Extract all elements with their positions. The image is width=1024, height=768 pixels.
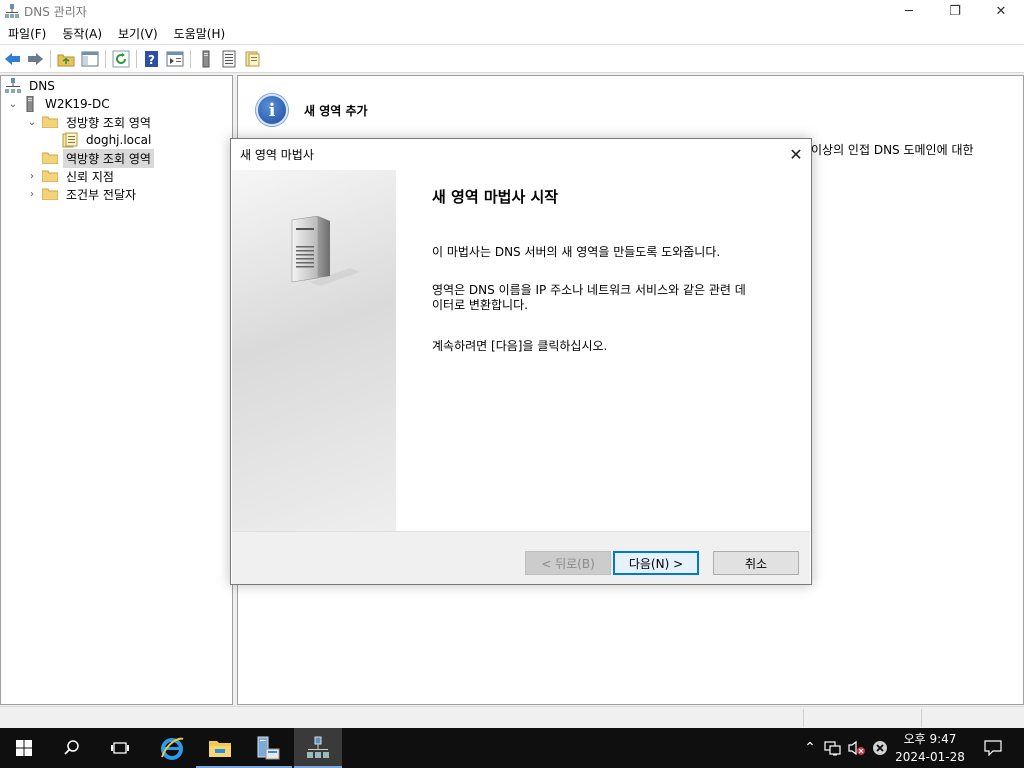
network-icon[interactable] xyxy=(822,728,844,768)
forward-arrow-icon[interactable] xyxy=(26,50,44,68)
tree-label-reverse-zones: 역방향 조회 영역 xyxy=(63,148,154,168)
pane-heading: 새 영역 추가 xyxy=(304,104,368,118)
action-center-icon[interactable] xyxy=(980,728,1006,768)
server-tower-icon xyxy=(290,215,360,288)
wizard-description-line-1: 영역은 DNS 이름을 IP 주소나 네트워크 서비스와 같은 관련 데 xyxy=(432,283,746,297)
task-view-icon[interactable] xyxy=(96,728,144,768)
dialog-close-button[interactable]: ✕ xyxy=(783,143,809,165)
refresh-icon[interactable] xyxy=(112,50,130,68)
tree-node-reverse-zones[interactable]: 역방향 조회 영역 xyxy=(41,148,154,168)
help-icon[interactable]: ? xyxy=(143,50,161,68)
up-folder-icon[interactable] xyxy=(57,50,75,68)
wizard-intro-text: 이 마법사는 DNS 서버의 새 영역을 만들도록 도와줍니다. xyxy=(432,245,721,259)
dns-manager-taskbar-icon[interactable] xyxy=(294,728,342,768)
tree-label-zone: doghj.local xyxy=(86,133,152,147)
chevron-down-icon[interactable]: ⌄ xyxy=(7,98,19,110)
tree-node-dns[interactable]: DNS xyxy=(5,77,58,95)
tree-label-trust-points: 신뢰 지점 xyxy=(66,169,114,184)
svg-text:?: ? xyxy=(148,53,155,67)
show-hide-console-tree-icon[interactable] xyxy=(81,50,99,68)
chevron-down-icon[interactable]: ⌄ xyxy=(26,116,38,128)
wizard-description-line-2: 이터로 변환합니다. xyxy=(432,298,528,312)
volume-muted-icon[interactable] xyxy=(846,728,868,768)
back-arrow-icon[interactable] xyxy=(4,50,22,68)
menu-help[interactable]: 도움말(H) xyxy=(166,22,234,44)
chevron-up-icon[interactable]: ⌃ xyxy=(800,728,820,768)
dialog-title: 새 영역 마법사 xyxy=(240,148,314,162)
menu-view[interactable]: 보기(V) xyxy=(110,22,166,44)
windows-logo-icon xyxy=(16,740,32,756)
chevron-right-icon[interactable]: › xyxy=(26,188,38,200)
file-explorer-icon[interactable] xyxy=(196,728,244,768)
tree-node-zone[interactable]: doghj.local xyxy=(62,131,154,149)
wizard-continue-text: 계속하려면 [다음]을 클릭하십시오. xyxy=(432,339,608,353)
new-zone-wizard-dialog: 새 영역 마법사 ✕ 새 영역 마법사 시작 이 마법사는 DNS 서버의 새 … xyxy=(230,138,812,585)
wizard-button-bar: < 뒤로(B) 다음(N) > 취소 xyxy=(232,531,810,584)
zone-file-icon xyxy=(62,132,78,148)
folder-icon xyxy=(41,116,59,129)
dns-app-icon xyxy=(5,4,19,18)
system-clock[interactable]: 오후 9:47 2024-01-28 xyxy=(890,730,970,766)
wizard-side-panel xyxy=(232,170,396,531)
menu-bar: 파일(F) 동작(A) 보기(V) 도움말(H) xyxy=(0,22,1024,44)
menu-action[interactable]: 동작(A) xyxy=(54,22,110,44)
cancel-button[interactable]: 취소 xyxy=(713,551,799,575)
notification-error-icon[interactable] xyxy=(870,728,890,768)
wizard-content: 새 영역 마법사 시작 이 마법사는 DNS 서버의 새 영역을 만들도록 도와… xyxy=(396,170,811,531)
clock-date: 2024-01-28 xyxy=(895,750,965,764)
back-button[interactable]: < 뒤로(B) xyxy=(525,551,611,575)
tree-label-dns: DNS xyxy=(29,79,55,93)
status-segment xyxy=(921,709,1021,727)
wizard-heading: 새 영역 마법사 시작 xyxy=(432,188,559,206)
tree-node-server[interactable]: W2K19-DC xyxy=(23,95,113,113)
dns-root-icon xyxy=(5,78,21,94)
start-button[interactable] xyxy=(0,728,48,768)
toolbar: ? xyxy=(0,44,1024,73)
folder-icon xyxy=(41,152,59,165)
folder-icon xyxy=(41,170,59,183)
minimize-button[interactable]: ─ xyxy=(886,0,932,22)
clock-time: 오후 9:47 xyxy=(903,732,957,746)
status-segment xyxy=(803,709,921,727)
info-icon: i xyxy=(256,94,288,126)
server-manager-icon[interactable] xyxy=(244,728,292,768)
tree-node-conditional-forwarders[interactable]: 조건부 전달자 xyxy=(41,185,139,203)
tree-node-trust-points[interactable]: 신뢰 지점 xyxy=(41,167,117,185)
list-view-icon[interactable] xyxy=(220,50,238,68)
tree-label-conditional-forwarders: 조건부 전달자 xyxy=(66,187,137,202)
taskbar: ⌃ 오후 9:47 2024-01-28 xyxy=(0,728,1024,768)
close-button[interactable]: ✕ xyxy=(978,0,1024,22)
search-icon[interactable] xyxy=(48,728,96,768)
pane-description: 이상의 인접 DNS 도메인에 대한 xyxy=(811,143,974,157)
menu-file[interactable]: 파일(F) xyxy=(0,22,54,44)
title-bar: DNS 관리자 ─ ❐ ✕ xyxy=(0,0,1024,22)
folder-icon xyxy=(41,188,59,201)
tree-label-server: W2K19-DC xyxy=(45,97,110,111)
zone-records-icon[interactable] xyxy=(243,50,261,68)
properties-icon[interactable] xyxy=(166,50,184,68)
status-bar xyxy=(0,706,1024,728)
maximize-button[interactable]: ❐ xyxy=(932,0,978,22)
server-icon[interactable] xyxy=(197,50,215,68)
chevron-right-icon[interactable]: › xyxy=(26,170,38,182)
console-tree: DNS ⌄ W2K19-DC ⌄ 정방향 조회 영역 doghj.local 역… xyxy=(0,75,233,705)
next-button[interactable]: 다음(N) > xyxy=(613,551,699,575)
tree-node-forward-zones[interactable]: 정방향 조회 영역 xyxy=(41,113,154,131)
internet-explorer-icon[interactable] xyxy=(148,728,196,768)
tree-label-forward-zones: 정방향 조회 영역 xyxy=(66,115,151,130)
server-icon xyxy=(23,95,37,113)
window-title: DNS 관리자 xyxy=(24,5,87,19)
